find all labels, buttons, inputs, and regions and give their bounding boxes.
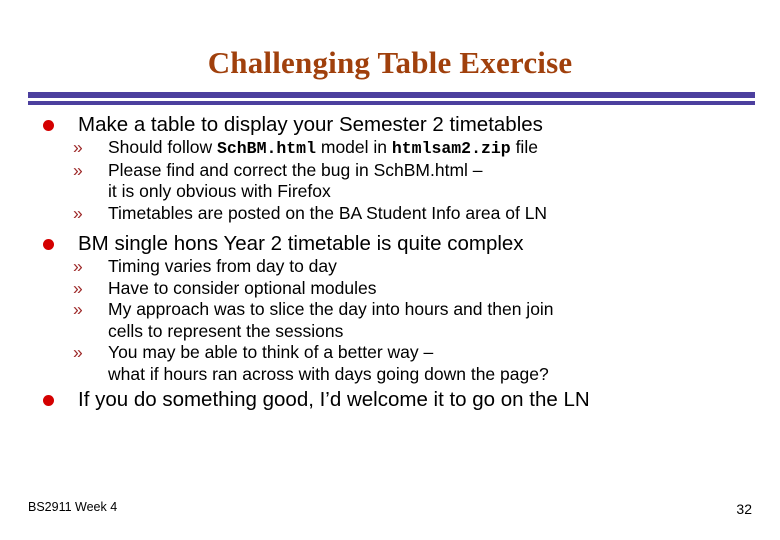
bullet-level1: If you do something good, I’d welcome it… (0, 387, 780, 412)
sub-bullet-text-continuation: what if hours ran across with days going… (108, 363, 549, 384)
sub-bullet-text: Please find and correct the bug in SchBM… (108, 159, 483, 180)
sub-bullet-text-continuation: cells to represent the sessions (108, 320, 344, 341)
chevron-double-right-icon: » (73, 299, 83, 319)
bullet-level1-label: BM single hons Year 2 timetable is quite… (78, 232, 524, 255)
sub-bullet-text-mid: model in (316, 137, 392, 157)
sub-bullet-item: » Timing varies from day to day (0, 256, 780, 278)
sub-bullet-text-continuation: it is only obvious with Firefox (108, 181, 331, 201)
code-filename-htmlsam2: htmlsam2.zip (391, 139, 511, 158)
bullet-dot-icon (43, 120, 54, 131)
sub-bullet-item: » Have to consider optional modules (0, 278, 780, 300)
sub-bullet-text-pre: Should follow (108, 137, 217, 157)
chevron-double-right-icon: » (73, 159, 83, 180)
bullet-dot-icon (43, 239, 54, 250)
sub-bullet-item: » You may be able to think of a better w… (0, 342, 780, 385)
bullet-dot-icon (43, 395, 54, 406)
title-rule-thin (28, 101, 755, 105)
bullet-level1: BM single hons Year 2 timetable is quite… (0, 231, 780, 256)
sub-bullet-text: Timing varies from day to day (108, 256, 337, 276)
chevron-double-right-icon: » (73, 202, 83, 223)
sub-bullet-item: » Should follow SchBM.html model in html… (0, 137, 780, 160)
sub-bullet-text: Timetables are posted on the BA Student … (108, 202, 548, 223)
page-title: Challenging Table Exercise (207, 45, 573, 80)
slide-body: Make a table to display your Semester 2 … (0, 112, 780, 412)
sub-bullet-text: You may be able to think of a better way… (108, 342, 434, 362)
slide-page-number: 32 (736, 501, 752, 517)
chevron-double-right-icon: » (73, 137, 83, 157)
sub-bullet-item: » My approach was to slice the day into … (0, 299, 780, 342)
sub-bullet-text-post: file (510, 137, 538, 157)
bullet-level1: Make a table to display your Semester 2 … (0, 112, 780, 137)
sub-bullet-text: My approach was to slice the day into ho… (108, 299, 554, 319)
code-filename-schbm: SchBM.html (216, 139, 316, 158)
chevron-double-right-icon: » (73, 342, 83, 362)
chevron-double-right-icon: » (73, 277, 83, 298)
sub-bullet-text: Have to consider optional modules (108, 277, 377, 298)
sub-bullet-item: » Timetables are posted on the BA Studen… (0, 203, 780, 225)
footer-course-label: BS2911 Week 4 (28, 500, 118, 514)
sub-bullet-list: » Timing varies from day to day » Have t… (0, 256, 780, 385)
sub-bullet-item: » Please find and correct the bug in Sch… (0, 160, 780, 203)
title-rule-thick (28, 92, 755, 98)
sub-bullet-list: » Should follow SchBM.html model in html… (0, 137, 780, 224)
bullet-level1-label: If you do something good, I’d welcome it… (78, 388, 590, 411)
chevron-double-right-icon: » (73, 256, 83, 276)
bullet-level1-label: Make a table to display your Semester 2 … (78, 113, 543, 136)
